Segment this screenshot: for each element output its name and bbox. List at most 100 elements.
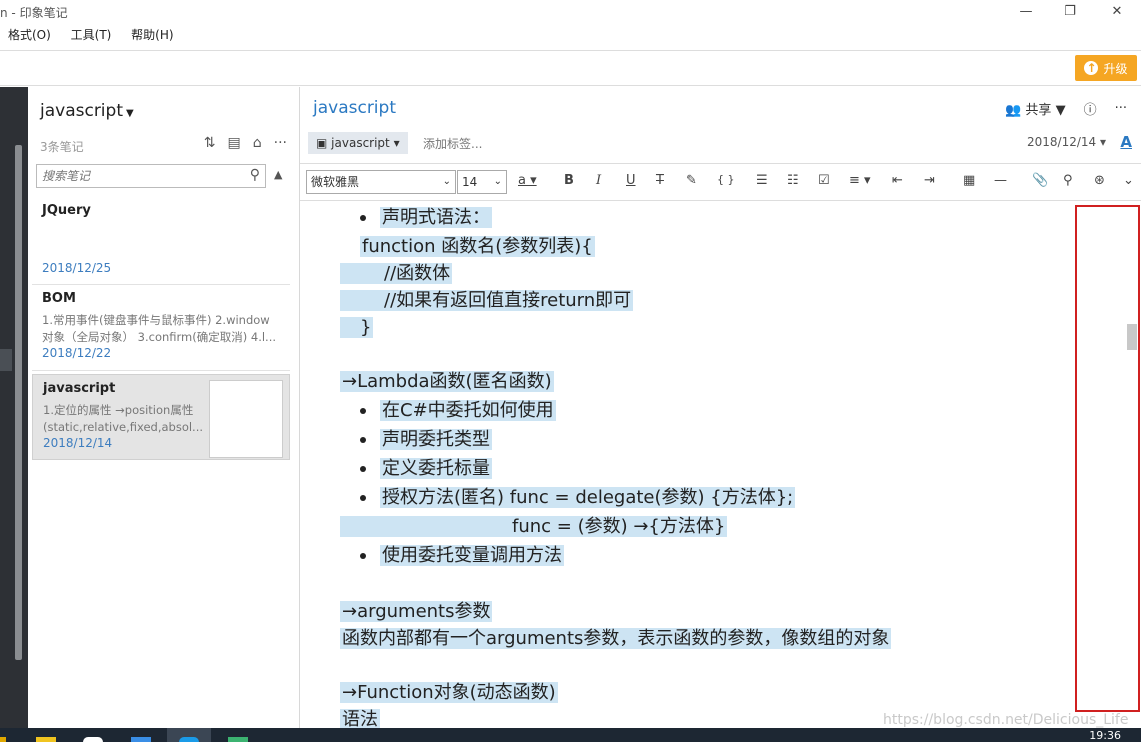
list-item: 定义委托标量 (360, 456, 492, 482)
upgrade-label: 升级 (1103, 61, 1128, 76)
font-style-icon[interactable]: A (1120, 133, 1132, 151)
note-list-panel: javascript▼ 3条笔记 ⇅ ▤ ⌂ ··· ⚲ ▲ JQuery 20… (28, 87, 300, 728)
more-icon[interactable]: ··· (1115, 101, 1127, 116)
note-preview: 1.常用事件(键盘事件与鼠标事件) 2.window 对象（全局对象） 3.co… (42, 313, 277, 344)
menu-help[interactable]: 帮助(H) (131, 26, 173, 43)
note-title-field[interactable]: javascript (313, 98, 396, 118)
note-title: javascript (43, 381, 116, 396)
notebook-selector[interactable]: ▣ javascript ▾ (308, 132, 408, 154)
notebook-title-label: javascript (40, 101, 123, 121)
list-item: 声明委托类型 (360, 427, 492, 453)
upgrade-icon: ↑ (1084, 61, 1099, 75)
stamp-icon[interactable]: ⚲ (1063, 173, 1073, 188)
list-item: 声明式语法： (360, 205, 492, 231)
list-item-selected[interactable]: javascript 1.定位的属性 →position属性 (static,r… (32, 374, 290, 460)
editor-scrollbar-thumb[interactable] (1127, 324, 1137, 350)
font-size-value: 14 (462, 175, 478, 189)
outdent-icon[interactable]: ⇤ (892, 173, 903, 188)
more-icon[interactable]: ··· (274, 135, 287, 151)
clock: 19:36 (1089, 729, 1121, 742)
note-title: JQuery (42, 203, 91, 218)
body-line: →Function对象(动态函数) (340, 682, 558, 703)
top-toolbar: ↑ 升级 (0, 50, 1141, 86)
horizontal-rule-icon[interactable]: — (994, 173, 1007, 188)
format-toolbar: 微软雅黑 ⌄ 14 ⌄ a ▾ B I U T ✎ { } ☰ ☷ ☑ ≡ ▾ ⇤ … (300, 163, 1141, 201)
search-icon[interactable]: ⚲ (250, 167, 260, 183)
share-notebook-icon[interactable]: ⌂ (253, 135, 262, 151)
body-line: //如果有返回值直接return即可 (340, 288, 634, 314)
app-icon[interactable] (83, 737, 103, 742)
collapse-icon[interactable]: ▲ (274, 168, 282, 181)
window-title: n - 印象笔记 (0, 6, 68, 20)
note-date-dropdown[interactable]: 2018/12/14 ▾ (1027, 135, 1106, 149)
body-line: →arguments参数 (340, 601, 493, 622)
notebook-icon: ▣ (316, 136, 328, 150)
title-bar: n - 印象笔记 — ❐ ✕ (0, 0, 1141, 24)
app-icon[interactable] (228, 737, 248, 742)
body-line: →Lambda函数(匿名函数) (340, 371, 554, 392)
folder-icon[interactable] (36, 737, 56, 742)
sidebar-selection-mark (0, 349, 12, 371)
note-count: 3条笔记 (40, 140, 84, 154)
highlighter-icon[interactable]: ✎ (686, 173, 697, 188)
bullet-icon (360, 495, 366, 501)
app-icon[interactable] (131, 737, 151, 742)
note-date: 2018/12/25 (42, 261, 112, 275)
bullet-icon (360, 553, 366, 559)
code-block-icon[interactable]: { } (717, 173, 735, 186)
numbered-list-icon[interactable]: ☷ (787, 173, 799, 188)
align-icon[interactable]: ≡ ▾ (849, 173, 871, 188)
sidebar-scrollbar[interactable] (15, 145, 22, 660)
view-icon[interactable]: ▤ (228, 135, 241, 151)
editor-actions: 👥 共享 ▼ ⓘ ··· (1005, 99, 1127, 118)
bullet-list-icon[interactable]: ☰ (756, 173, 768, 188)
share-button[interactable]: 👥 共享 ▼ (1005, 99, 1065, 118)
note-date-label: 2018/12/14 (1026, 135, 1097, 149)
add-tag-input[interactable]: 添加标签... (423, 135, 482, 152)
search-box: ⚲ (36, 164, 266, 188)
list-item: 授权方法(匿名) func = delegate(参数) {方法体}; (360, 485, 796, 511)
editor-panel: javascript 👥 共享 ▼ ⓘ ··· ▣ javascript ▾ 添… (300, 87, 1141, 730)
search-input[interactable] (37, 165, 232, 187)
strikethrough-icon[interactable]: T (656, 173, 664, 188)
list-item[interactable]: BOM 1.常用事件(键盘事件与鼠标事件) 2.window 对象（全局对象） … (32, 285, 290, 371)
share-label: 共享 (1025, 103, 1052, 118)
font-size-select[interactable]: 14 ⌄ (457, 170, 507, 194)
notebook-label: javascript (331, 136, 390, 150)
bullet-icon (360, 466, 366, 472)
notebook-title[interactable]: javascript ▼ (40, 101, 134, 121)
minimize-icon[interactable]: — (1012, 2, 1040, 22)
font-family-select[interactable]: 微软雅黑 ⌄ (306, 170, 456, 194)
browser-icon[interactable] (179, 737, 199, 742)
list-item[interactable]: JQuery 2018/12/25 (32, 197, 290, 285)
chevron-down-icon: ⌄ (442, 176, 451, 187)
upgrade-button[interactable]: ↑ 升级 (1075, 55, 1137, 81)
sort-icon[interactable]: ⇅ (204, 135, 216, 151)
indent-icon[interactable]: ⇥ (924, 173, 935, 188)
table-icon[interactable]: ▦ (963, 173, 975, 188)
chevron-down-icon: ⌄ (493, 176, 502, 187)
menu-bar: 格式(O) 工具(T) 帮助(H) (0, 26, 182, 48)
font-family-value: 微软雅黑 (311, 175, 360, 189)
body-line: func = (参数) →{方法体} (340, 514, 728, 540)
watermark: https://blog.csdn.net/Delicious_Life (883, 712, 1129, 728)
underline-icon[interactable]: U (626, 173, 636, 188)
italic-icon[interactable]: I (596, 173, 601, 188)
info-icon[interactable]: ⓘ (1084, 99, 1097, 118)
text-color-icon[interactable]: a ▾ (518, 173, 537, 188)
menu-tools[interactable]: 工具(T) (71, 26, 112, 43)
list-item: 使用委托变量调用方法 (360, 543, 564, 569)
note-date: 2018/12/14 (43, 436, 113, 450)
bullet-icon (360, 437, 366, 443)
app-icon[interactable] (0, 737, 6, 742)
attachment-icon[interactable]: 📎 (1032, 173, 1048, 188)
body-line: 函数内部都有一个arguments参数，表示函数的参数，像数组的对象 (340, 628, 892, 649)
note-list-tools: ⇅ ▤ ⌂ ··· (204, 135, 287, 151)
more-tools-icon[interactable]: ⌄ (1123, 173, 1134, 188)
close-icon[interactable]: ✕ (1103, 2, 1131, 22)
sketch-icon[interactable]: ⊛ (1094, 173, 1105, 188)
checkbox-icon[interactable]: ☑ (818, 173, 830, 188)
restore-icon[interactable]: ❐ (1056, 2, 1084, 22)
bold-icon[interactable]: B (564, 173, 574, 188)
menu-format[interactable]: 格式(O) (8, 26, 51, 43)
